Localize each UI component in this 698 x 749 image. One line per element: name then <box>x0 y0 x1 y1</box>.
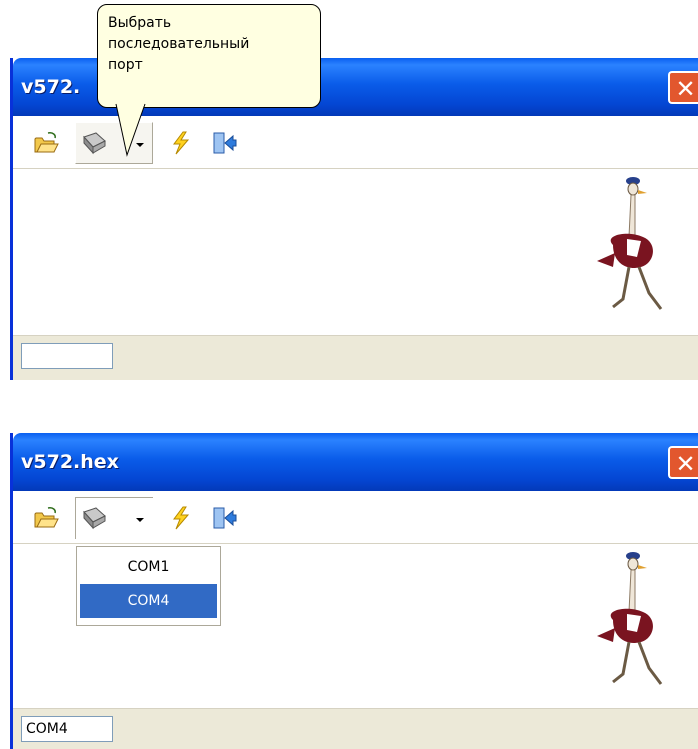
port-dropdown-menu: COM1 COM4 <box>76 546 221 626</box>
open-folder-icon[interactable] <box>33 506 59 530</box>
status-port-field <box>21 343 113 369</box>
lightning-icon[interactable] <box>168 506 194 530</box>
tooltip-line-2: последовательный <box>108 36 250 52</box>
exit-door-icon[interactable] <box>211 131 237 155</box>
window-title: v572. <box>21 76 81 98</box>
tooltip-line-1: Выбрать <box>108 15 172 31</box>
app-window-2: v572.hex ✕ COM1 COM4 COM4 <box>10 433 698 749</box>
menu-item-com4[interactable]: COM4 <box>80 584 217 618</box>
serial-port-icon[interactable] <box>81 131 107 155</box>
close-button[interactable]: ✕ <box>668 446 698 479</box>
status-bar: COM4 <box>13 708 698 749</box>
toolbar <box>13 491 698 544</box>
main-area <box>13 169 698 340</box>
status-bar <box>13 335 698 380</box>
window-title: v572.hex <box>21 451 119 473</box>
title-bar[interactable]: v572.hex ✕ <box>13 433 698 491</box>
tooltip-tail <box>115 100 146 157</box>
dropdown-arrow-icon[interactable] <box>136 518 144 522</box>
close-button[interactable]: ✕ <box>668 71 698 104</box>
ostrich-mascot-image <box>597 552 663 685</box>
tooltip-select-serial-port: Выбрать последовательный порт <box>97 4 321 108</box>
serial-port-icon[interactable] <box>81 506 107 530</box>
ostrich-mascot-image <box>597 177 663 310</box>
tooltip-line-3: порт <box>108 57 143 73</box>
menu-item-com1[interactable]: COM1 <box>80 550 217 584</box>
lightning-icon[interactable] <box>168 131 194 155</box>
open-folder-icon[interactable] <box>33 131 59 155</box>
status-port-field: COM4 <box>21 716 113 742</box>
exit-door-icon[interactable] <box>211 506 237 530</box>
